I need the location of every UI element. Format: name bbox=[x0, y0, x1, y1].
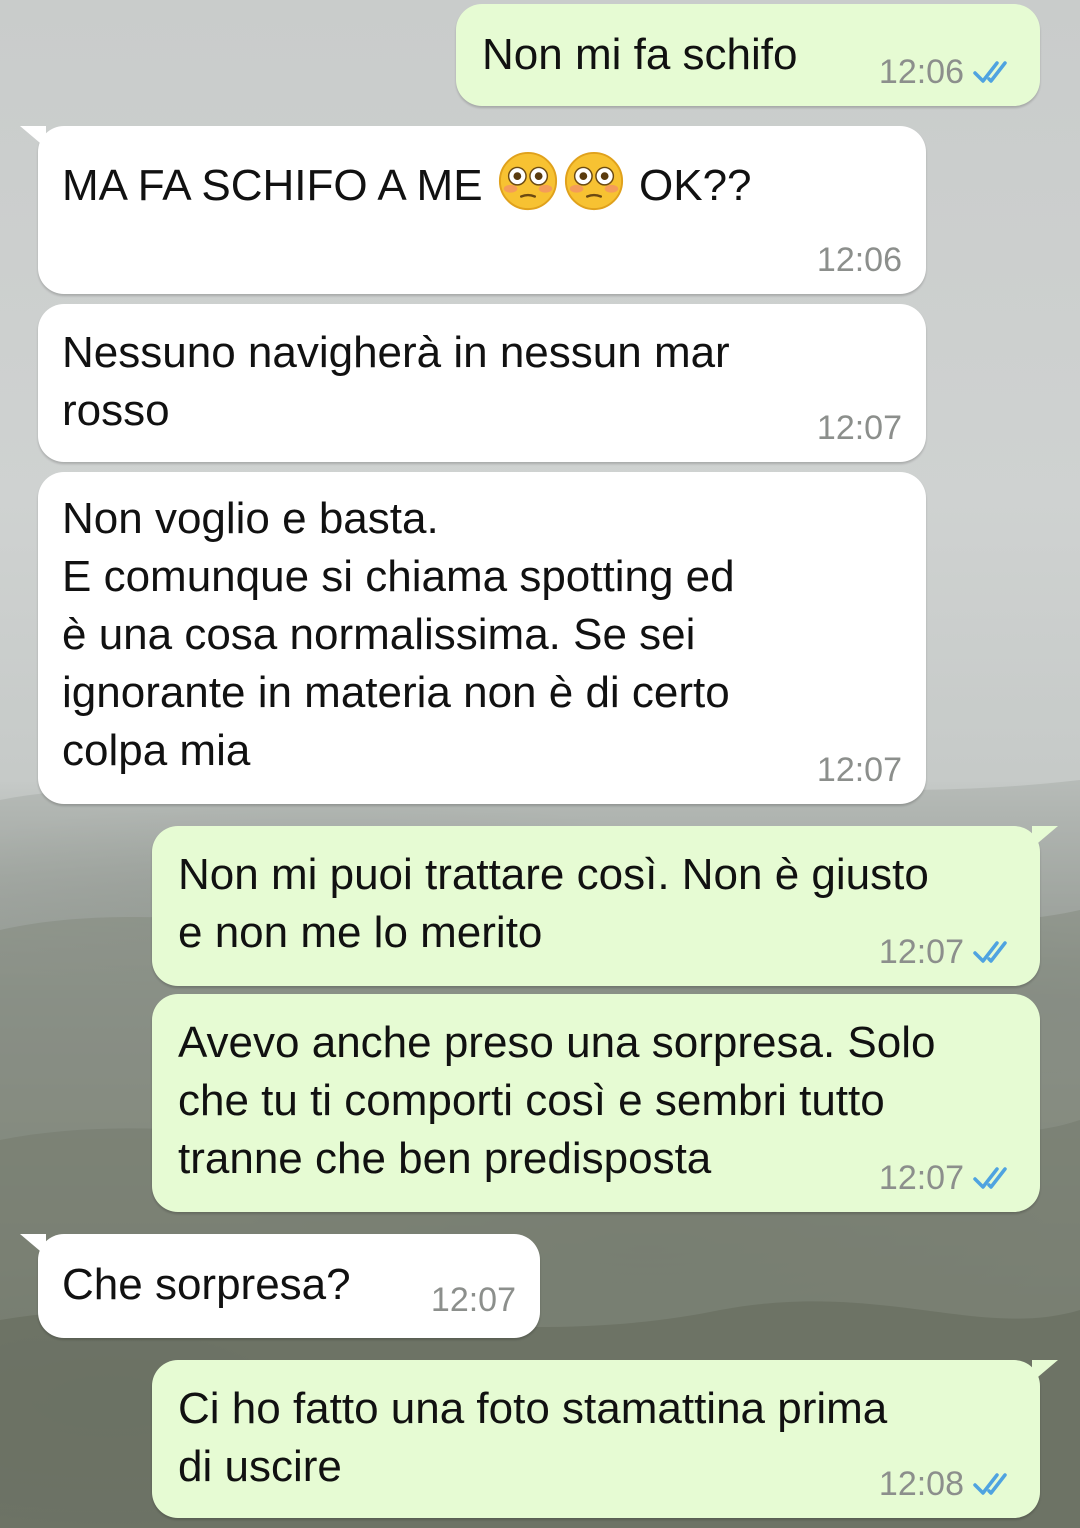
message-meta: 12:08 bbox=[879, 1464, 1016, 1504]
message-text-part: MA FA SCHIFO A ME bbox=[62, 161, 495, 210]
message-meta: 12:06 bbox=[817, 240, 902, 280]
message-bubble-outgoing[interactable]: Ci ho fatto una foto stamattina prima di… bbox=[152, 1360, 1058, 1518]
message-bubble-outgoing[interactable]: Non mi fa schifo 12:06 bbox=[456, 4, 1040, 106]
message-time: 12:06 bbox=[816, 241, 902, 279]
message-text-part: OK?? bbox=[626, 161, 752, 210]
message-bubble-outgoing[interactable]: Non mi puoi trattare così. Non è giusto … bbox=[152, 826, 1058, 986]
flushed-face-emoji-icon bbox=[564, 151, 623, 211]
flushed-face-emoji-icon bbox=[498, 151, 557, 211]
message-meta: 12:06 bbox=[879, 52, 1016, 92]
message-time: 12:07 bbox=[816, 751, 902, 789]
message-text: Non mi puoi trattare così. Non è giusto … bbox=[178, 850, 929, 957]
message-meta: 12:07 bbox=[431, 1280, 516, 1320]
bubble-tail-icon bbox=[1032, 826, 1058, 848]
message-time: 12:07 bbox=[878, 933, 964, 971]
message-bubble-incoming[interactable]: Che sorpresa? 12:07 bbox=[20, 1234, 540, 1338]
message-text: Non mi fa schifo bbox=[482, 30, 798, 79]
message-time: 12:07 bbox=[878, 1159, 964, 1197]
bubble-tail-icon bbox=[1032, 1360, 1058, 1382]
message-text: Nessuno navigherà in nessun mar rosso bbox=[62, 328, 730, 435]
bubble-tail-icon bbox=[20, 126, 46, 148]
message-text: Non voglio e basta. E comunque si chiama… bbox=[62, 494, 735, 775]
double-check-icon bbox=[973, 1167, 1007, 1189]
message-text: Che sorpresa? bbox=[62, 1260, 351, 1309]
message-meta: 12:07 bbox=[817, 750, 902, 790]
message-time: 12:07 bbox=[816, 409, 902, 447]
message-time: 12:08 bbox=[878, 1465, 964, 1503]
bubble-tail-icon bbox=[20, 1234, 46, 1256]
message-time: 12:07 bbox=[430, 1281, 516, 1319]
message-bubble-outgoing[interactable]: Avevo anche preso una sorpresa. Solo che… bbox=[152, 994, 1040, 1212]
message-bubble-incoming[interactable]: MA FA SCHIFO A ME OK?? 12:06 bbox=[20, 126, 926, 294]
double-check-icon bbox=[973, 61, 1007, 83]
message-text: MA FA SCHIFO A ME OK?? bbox=[62, 150, 752, 215]
message-meta: 12:07 bbox=[879, 932, 1016, 972]
double-check-icon bbox=[973, 941, 1007, 963]
message-text: Avevo anche preso una sorpresa. Solo che… bbox=[178, 1018, 936, 1183]
message-text: Ci ho fatto una foto stamattina prima di… bbox=[178, 1384, 888, 1491]
message-bubble-incoming[interactable]: Non voglio e basta. E comunque si chiama… bbox=[38, 472, 926, 804]
message-meta: 12:07 bbox=[879, 1158, 1016, 1198]
message-bubble-incoming[interactable]: Nessuno navigherà in nessun mar rosso 12… bbox=[38, 304, 926, 462]
message-meta: 12:07 bbox=[817, 408, 902, 448]
double-check-icon bbox=[973, 1473, 1007, 1495]
message-time: 12:06 bbox=[878, 53, 964, 91]
